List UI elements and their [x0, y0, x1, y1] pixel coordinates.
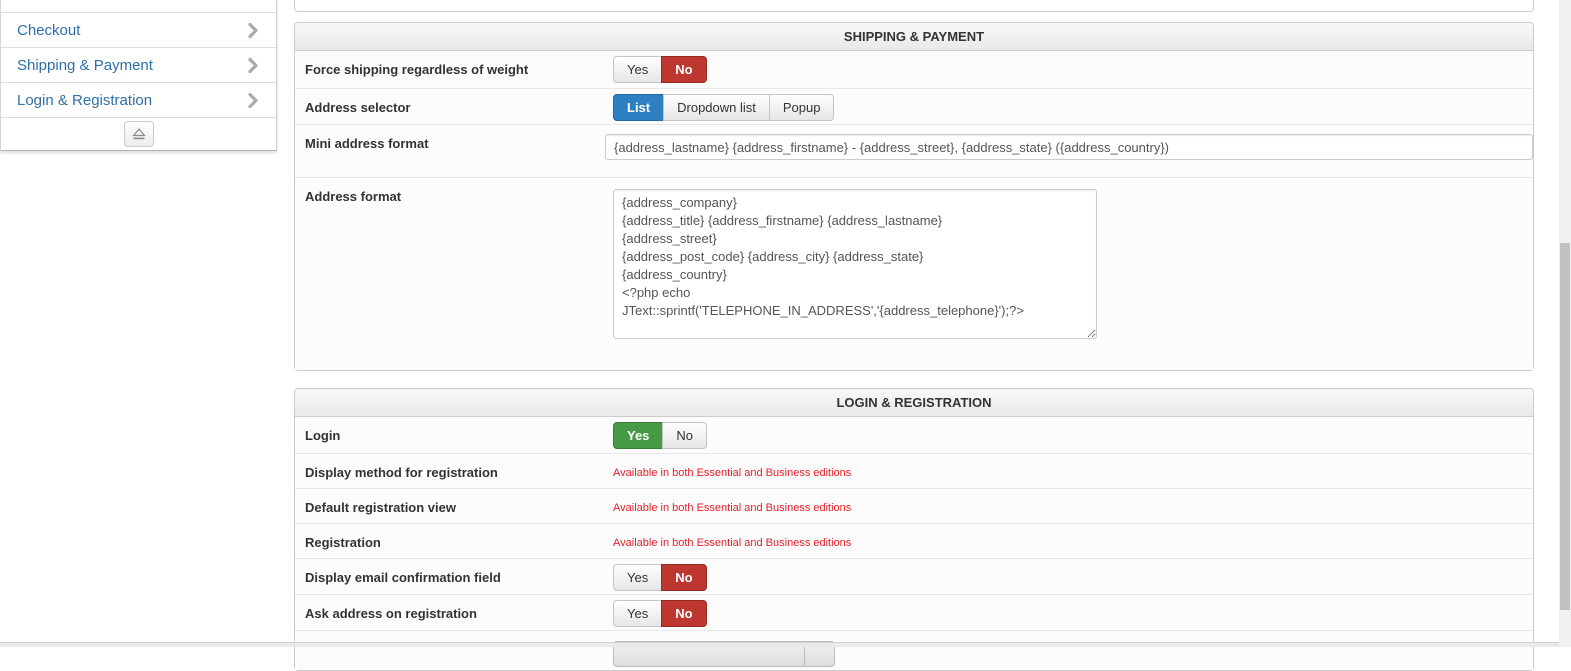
- setting-control: Yes No: [613, 595, 1533, 630]
- row-display-method-for-registration: Display method for registration Available…: [295, 453, 1533, 488]
- chevron-right-icon: [248, 92, 258, 108]
- setting-control: [613, 178, 1533, 370]
- setting-label: Login: [305, 428, 341, 443]
- previous-panel-edge: [294, 0, 1534, 12]
- footer-toolbar-edge: [0, 642, 1559, 647]
- login-toggle-group: Yes No: [613, 422, 708, 449]
- force-shipping-regardless-of-weight-yes-button[interactable]: Yes: [613, 56, 663, 83]
- address-selector-toggle-group: List Dropdown list Popup: [613, 94, 835, 121]
- setting-control: List Dropdown list Popup: [613, 89, 1533, 124]
- login-registration-rows: Login Yes No Display method for registratio…: [295, 417, 1533, 670]
- address-selector-popup-button[interactable]: Popup: [768, 94, 835, 121]
- sidebar-cutoff-row: [1, 0, 276, 12]
- section-title: SHIPPING & PAYMENT: [295, 23, 1533, 51]
- address-selector-list-button[interactable]: List: [613, 94, 665, 121]
- ask-address-on-registration-no-button[interactable]: No: [661, 600, 707, 627]
- setting-control: [605, 125, 1533, 177]
- row-mini-address-format: Mini address format: [295, 124, 1533, 177]
- edition-availability-notice: Available in both Essential and Business…: [613, 537, 852, 549]
- sidebar-item-label: Login & Registration: [17, 91, 153, 109]
- edition-availability-notice: Available in both Essential and Business…: [613, 467, 852, 479]
- address-format-textarea[interactable]: [613, 189, 1097, 339]
- settings-content: SHIPPING & PAYMENT Force shipping regard…: [294, 0, 1534, 671]
- chevron-right-icon: [248, 22, 258, 38]
- setting-control: Available in both Essential and Business…: [613, 489, 1533, 523]
- row-display-email-confirmation-field: Display email confirmation field Yes No: [295, 558, 1533, 594]
- mini-address-format-input[interactable]: [605, 134, 1533, 160]
- setting-control: Yes No: [613, 417, 1533, 453]
- row-cutoff: [295, 630, 1533, 670]
- setting-control: Yes No: [613, 51, 1533, 88]
- collapse-menu-button[interactable]: [123, 121, 154, 147]
- setting-label: Default registration view: [305, 500, 456, 515]
- section-title: LOGIN & REGISTRATION: [295, 389, 1533, 417]
- login-no-button[interactable]: No: [662, 422, 708, 449]
- shipping-payment-rows: Force shipping regardless of weight Yes No…: [295, 51, 1533, 370]
- setting-control: Available in both Essential and Business…: [613, 524, 1533, 558]
- row-force-shipping-regardless-of-weight: Force shipping regardless of weight Yes No: [295, 51, 1533, 88]
- sidebar-item-label: Checkout: [17, 21, 81, 39]
- display-email-confirmation-field-yes-button[interactable]: Yes: [613, 564, 663, 591]
- sidebar-menu: Checkout Shipping & Payment Login & Regist…: [1, 12, 276, 117]
- row-address-format: Address format: [295, 177, 1533, 370]
- sidebar-footer: [1, 117, 276, 150]
- vertical-scrollbar[interactable]: [1559, 0, 1571, 647]
- row-registration: Registration Available in both Essential …: [295, 523, 1533, 558]
- setting-label: Address selector: [305, 100, 411, 115]
- setting-label: Ask address on registration: [305, 606, 477, 621]
- scrollbar-thumb[interactable]: [1560, 243, 1570, 610]
- display-email-confirmation-field-no-button[interactable]: No: [661, 564, 707, 591]
- setting-label: [295, 631, 613, 670]
- setting-label: Force shipping regardless of weight: [305, 62, 529, 77]
- force-shipping-regardless-of-weight-no-button[interactable]: No: [661, 56, 707, 83]
- shipping-payment-section: SHIPPING & PAYMENT Force shipping regard…: [294, 22, 1534, 371]
- chevron-right-icon: [248, 57, 258, 73]
- login-registration-section: LOGIN & REGISTRATION Login Yes No Display m…: [294, 388, 1534, 671]
- edition-availability-notice: Available in both Essential and Business…: [613, 502, 852, 514]
- sidebar-item-label: Shipping & Payment: [17, 56, 153, 74]
- row-address-selector: Address selector List Dropdown list Popup: [295, 88, 1533, 124]
- eject-icon: [131, 128, 146, 140]
- setting-label: Mini address format: [305, 136, 429, 151]
- setting-label: Display method for registration: [305, 465, 498, 480]
- force-shipping-regardless-of-weight-toggle-group: Yes No: [613, 56, 707, 83]
- ask-address-on-registration-yes-button[interactable]: Yes: [613, 600, 663, 627]
- display-email-confirmation-field-toggle-group: Yes No: [613, 564, 707, 591]
- setting-control: [613, 631, 1533, 670]
- sidebar-item-shipping-payment[interactable]: Shipping & Payment: [1, 47, 276, 82]
- setting-label: Display email confirmation field: [305, 570, 501, 585]
- row-default-registration-view: Default registration view Available in bo…: [295, 488, 1533, 523]
- row-login: Login Yes No: [295, 417, 1533, 453]
- settings-sidebar: Checkout Shipping & Payment Login & Regist…: [0, 0, 277, 151]
- ask-address-on-registration-toggle-group: Yes No: [613, 600, 707, 627]
- setting-control: Yes No: [613, 559, 1533, 594]
- sidebar-item-login-registration[interactable]: Login & Registration: [1, 82, 276, 117]
- row-ask-address-on-registration: Ask address on registration Yes No: [295, 594, 1533, 630]
- login-yes-button[interactable]: Yes: [613, 422, 664, 449]
- setting-label: Address format: [305, 189, 402, 204]
- setting-control: Available in both Essential and Business…: [613, 454, 1533, 488]
- setting-label: Registration: [305, 535, 381, 550]
- sidebar-item-checkout[interactable]: Checkout: [1, 12, 276, 47]
- address-selector-dropdown-list-button[interactable]: Dropdown list: [663, 94, 770, 121]
